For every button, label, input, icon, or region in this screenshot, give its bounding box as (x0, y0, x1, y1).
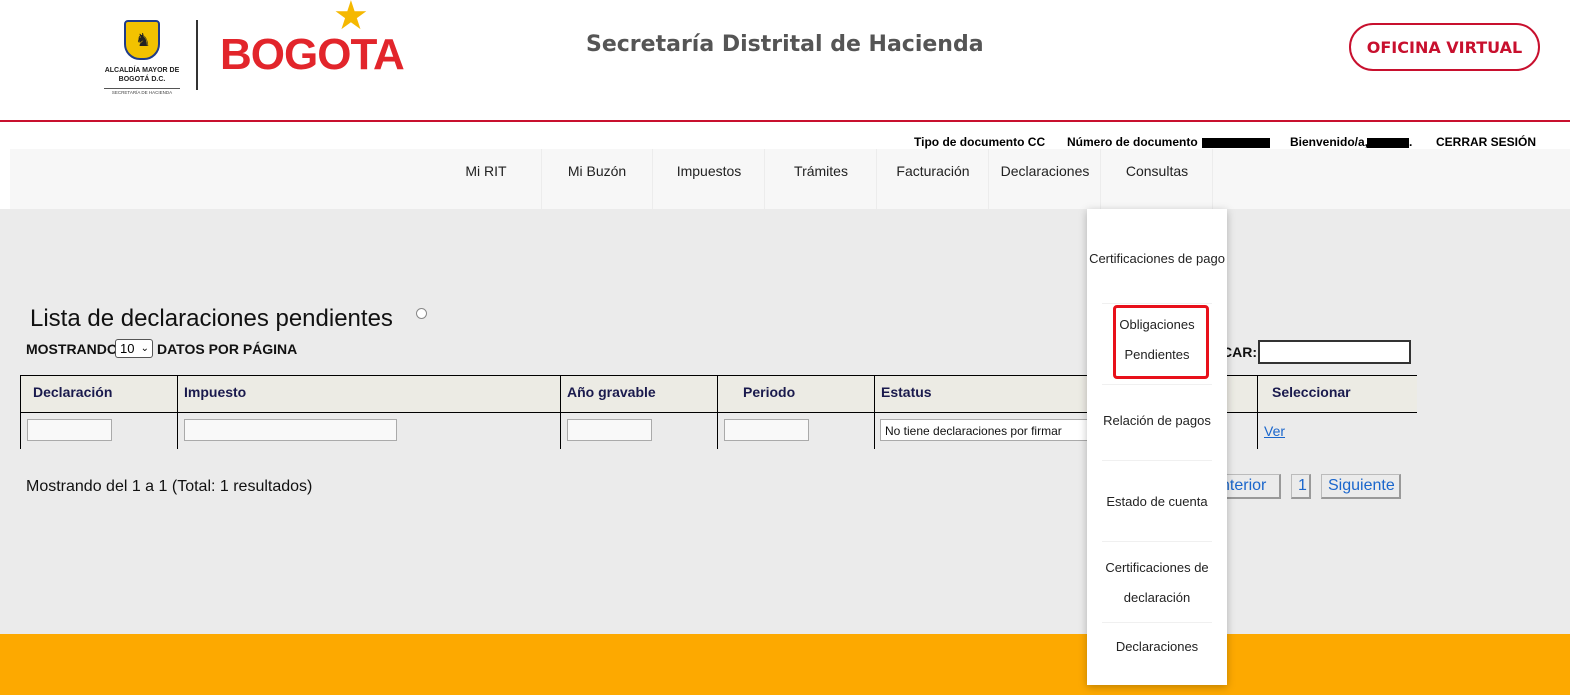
filter-periodo-input[interactable] (724, 419, 809, 441)
chevron-down-icon: ⌄ (140, 343, 149, 354)
nav-impuestos[interactable]: Impuestos (654, 149, 765, 209)
nav-consultas[interactable]: Consultas (1102, 149, 1213, 209)
col-seleccionar[interactable]: Seleccionar (1258, 376, 1417, 413)
nav-tramites[interactable]: Trámites (766, 149, 877, 209)
welcome-text: Bienvenido/a, (1290, 135, 1369, 149)
doc-type: Tipo de documento CC (914, 135, 1046, 149)
dd-estado-cuenta[interactable]: Estado de cuenta (1087, 462, 1227, 542)
cell-declaracion (21, 413, 178, 449)
filter-declaracion-input[interactable] (27, 419, 112, 441)
cell-seleccionar: Ver (1258, 413, 1417, 449)
cell-periodo (718, 413, 875, 449)
filter-impuesto-input[interactable] (184, 419, 397, 441)
col-impuesto[interactable]: Impuesto (178, 376, 561, 413)
dd-separator (1102, 541, 1212, 542)
alcaldia-logo[interactable]: ♞ ALCALDÍA MAYOR DE BOGOTÁ D.C. SECRETAR… (104, 18, 180, 98)
results-summary: Mostrando del 1 a 1 (Total: 1 resultados… (26, 478, 313, 495)
per-page-label: DATOS POR PÁGINA (157, 341, 298, 357)
search-input[interactable] (1258, 340, 1411, 364)
redacted-doc-number (1202, 138, 1270, 148)
dd-relacion-pagos[interactable]: Relación de pagos (1087, 381, 1227, 461)
dd-declaraciones[interactable]: Declaraciones (1087, 607, 1227, 687)
logout-link[interactable]: CERRAR SESIÓN (1436, 135, 1536, 149)
cell-impuesto (178, 413, 561, 449)
main-content: Lista de declaraciones pendientes MOSTRA… (0, 209, 1570, 634)
ver-link[interactable]: Ver (1264, 423, 1285, 439)
filter-ano-input[interactable] (567, 419, 652, 441)
footer-bar (0, 634, 1570, 695)
cell-ano (561, 413, 718, 449)
col-declaracion[interactable]: Declaración (21, 376, 178, 413)
nav-declaraciones[interactable]: Declaraciones (990, 149, 1101, 209)
oficina-virtual-button[interactable]: OFICINA VIRTUAL (1349, 23, 1540, 71)
main-nav: Mi RIT Mi Buzón Impuestos Trámites Factu… (10, 149, 1570, 209)
col-ano-gravable[interactable]: Año gravable (561, 376, 718, 413)
nav-mi-buzon[interactable]: Mi Buzón (542, 149, 653, 209)
page-size-value: 10 (120, 341, 135, 356)
page-title: Lista de declaraciones pendientes (30, 305, 393, 332)
redacted-user-name (1367, 138, 1409, 148)
next-page-button[interactable]: Siguiente (1321, 474, 1401, 499)
page: ♞ ALCALDÍA MAYOR DE BOGOTÁ D.C. SECRETAR… (0, 0, 1570, 695)
page-1-button[interactable]: 1 (1291, 474, 1311, 499)
welcome-suffix: . (1409, 135, 1413, 149)
seal-subtext: SECRETARÍA DE HACIENDA (104, 88, 180, 95)
dd-separator (1102, 460, 1212, 461)
user-info-bar: Tipo de documento CC Número de documento… (0, 122, 1570, 149)
col-periodo[interactable]: Periodo (718, 376, 875, 413)
page-size-select[interactable]: 10 ⌄ (115, 339, 153, 358)
showing-label: MOSTRANDO (26, 341, 118, 357)
search-label: CAR: (1222, 344, 1257, 360)
bogota-brand: BOGOTA (220, 30, 405, 79)
dd-certificaciones-pago[interactable]: Certificaciones de pago (1087, 219, 1227, 299)
star-icon: ★ (333, 0, 369, 38)
consultas-dropdown: Certificaciones de pago Obligaciones Pen… (1087, 209, 1227, 685)
nav-mi-rit[interactable]: Mi RIT (431, 149, 542, 209)
status-value: No tiene declaraciones por firmar (880, 419, 1090, 441)
site-header: ♞ ALCALDÍA MAYOR DE BOGOTÁ D.C. SECRETAR… (0, 0, 1570, 120)
coat-of-arms-icon: ♞ (124, 20, 160, 60)
radio-icon[interactable] (416, 308, 427, 319)
nav-facturacion[interactable]: Facturación (878, 149, 989, 209)
seal-text: ALCALDÍA MAYOR DE BOGOTÁ D.C. (104, 67, 180, 83)
logo-divider (196, 20, 198, 90)
doc-number-label: Número de documento (1067, 135, 1198, 149)
site-title: Secretaría Distrital de Hacienda (586, 32, 984, 57)
dd-obligaciones-pendientes[interactable]: Obligaciones Pendientes (1087, 300, 1227, 380)
